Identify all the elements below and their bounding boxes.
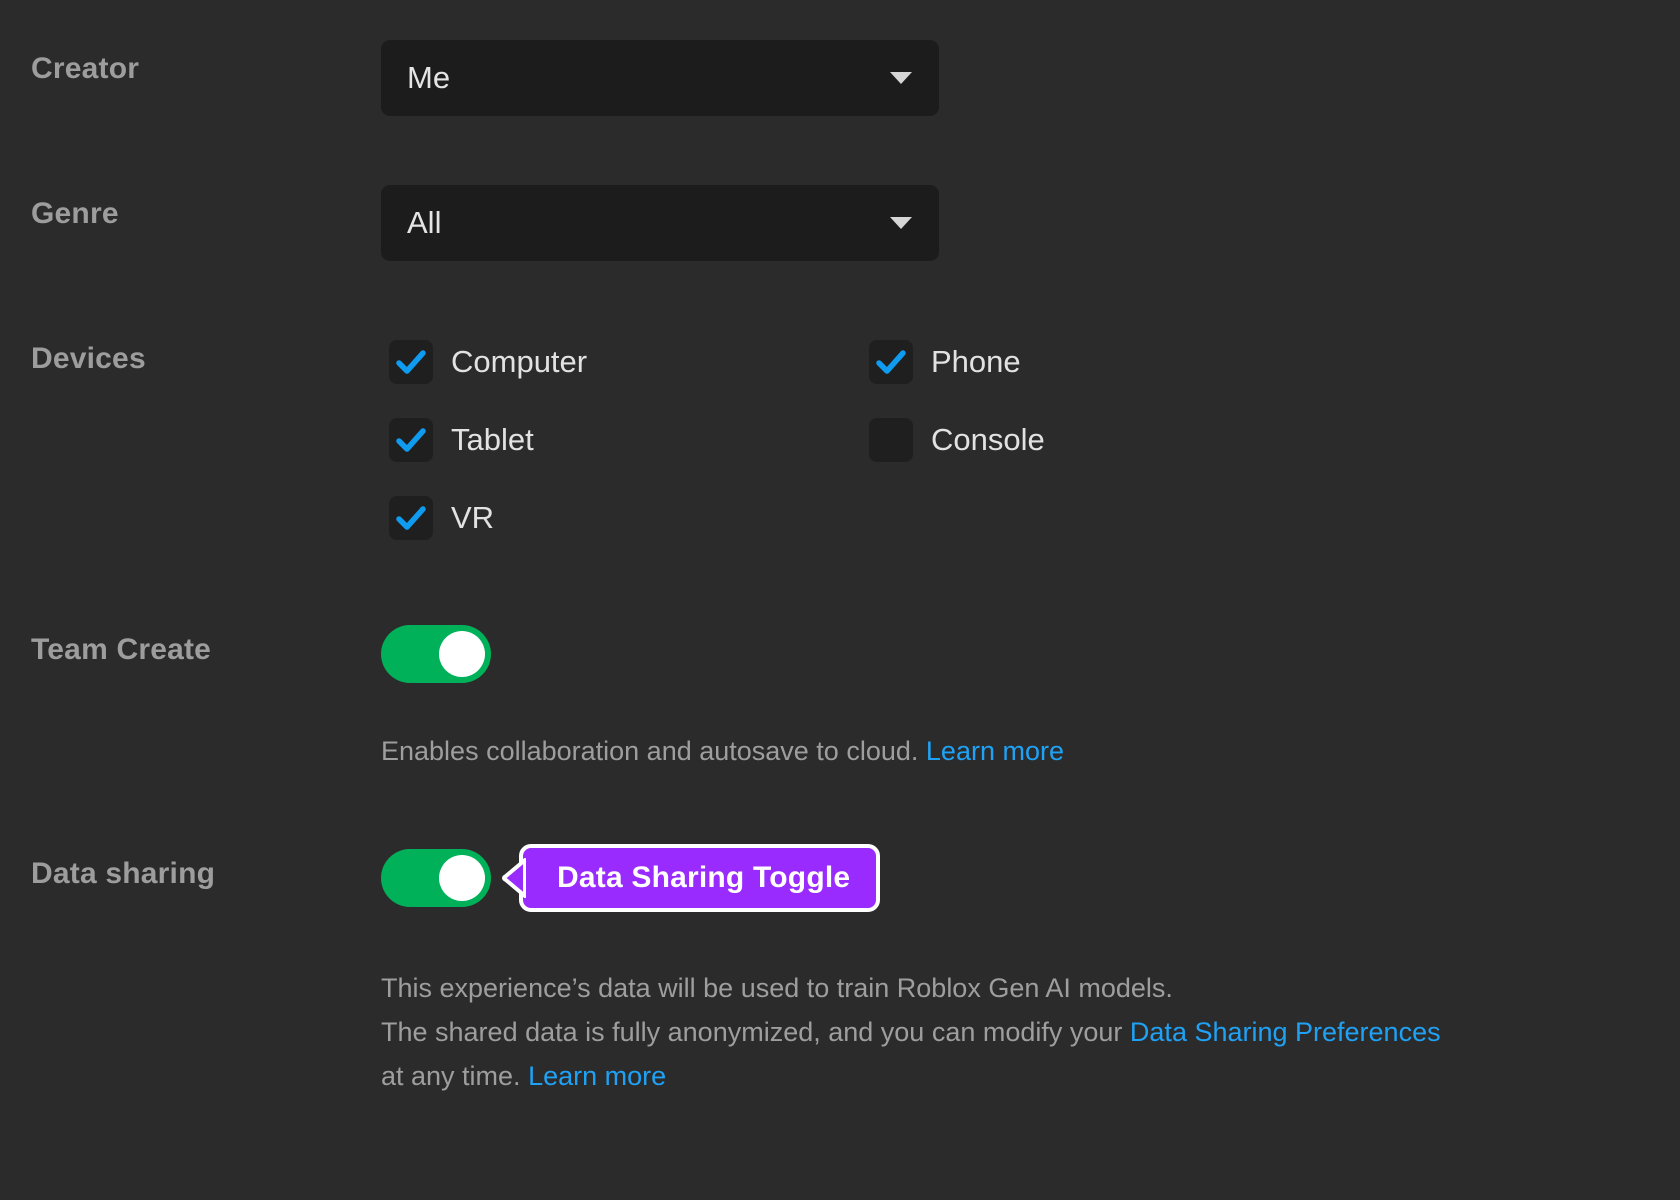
checkbox-box[interactable] — [389, 340, 433, 384]
callout-label: Data Sharing Toggle — [557, 861, 850, 895]
genre-select[interactable]: All — [381, 185, 939, 261]
data-sharing-description-text: at any time. — [381, 1061, 528, 1091]
check-icon — [389, 418, 433, 462]
form-row-creator: Creator Me — [0, 40, 1680, 116]
form-row-genre: Genre All — [0, 185, 1680, 261]
team-create-learn-more-link[interactable]: Learn more — [926, 736, 1064, 766]
check-icon — [869, 340, 913, 384]
devices-label: Devices — [31, 342, 146, 376]
data-sharing-description-line-3: at any time. Learn more — [381, 1054, 666, 1098]
data-sharing-description-line-1: This experience’s data will be used to t… — [381, 966, 1173, 1010]
creator-select[interactable]: Me — [381, 40, 939, 116]
checkbox-vr[interactable]: VR — [389, 496, 494, 540]
check-icon — [389, 340, 433, 384]
toggle-knob — [439, 631, 485, 677]
chevron-down-icon — [890, 217, 912, 229]
checkbox-label: VR — [451, 500, 494, 536]
genre-select-value: All — [407, 205, 441, 241]
checkbox-label: Computer — [451, 344, 587, 380]
data-sharing-preferences-link[interactable]: Data Sharing Preferences — [1130, 1017, 1441, 1047]
checkbox-console[interactable]: Console — [869, 418, 1045, 462]
team-create-description-text: Enables collaboration and autosave to cl… — [381, 736, 918, 766]
form-row-team-create: Team Create Enables collaboration and au… — [0, 625, 1680, 825]
data-sharing-label: Data sharing — [31, 857, 215, 891]
creator-label: Creator — [31, 52, 139, 86]
chevron-down-icon — [890, 72, 912, 84]
team-create-toggle[interactable] — [381, 625, 491, 683]
data-sharing-toggle-callout: Data Sharing Toggle — [519, 844, 880, 912]
checkbox-label: Tablet — [451, 422, 534, 458]
settings-panel: Creator Me Genre All Devices Computer — [0, 0, 1680, 1200]
checkbox-phone[interactable]: Phone — [869, 340, 1021, 384]
callout-pointer-icon — [502, 858, 526, 898]
creator-select-value: Me — [407, 60, 450, 96]
checkbox-box[interactable] — [389, 418, 433, 462]
genre-label: Genre — [31, 197, 119, 231]
team-create-description: Enables collaboration and autosave to cl… — [381, 729, 1064, 773]
data-sharing-toggle[interactable] — [381, 849, 491, 907]
toggle-knob — [439, 855, 485, 901]
data-sharing-description-line-2: The shared data is fully anonymized, and… — [381, 1010, 1441, 1054]
checkbox-computer[interactable]: Computer — [389, 340, 587, 384]
data-sharing-description-text: This experience’s data will be used to t… — [381, 973, 1173, 1003]
checkbox-box[interactable] — [869, 418, 913, 462]
form-row-devices: Devices Computer Phone — [0, 340, 1680, 570]
check-icon — [389, 496, 433, 540]
data-sharing-description-text: The shared data is fully anonymized, and… — [381, 1017, 1130, 1047]
data-sharing-learn-more-link[interactable]: Learn more — [528, 1061, 666, 1091]
form-row-data-sharing: Data sharing Data Sharing Toggle This ex… — [0, 849, 1680, 1109]
checkbox-label: Phone — [931, 344, 1021, 380]
checkbox-box[interactable] — [869, 340, 913, 384]
checkbox-tablet[interactable]: Tablet — [389, 418, 534, 462]
checkbox-box[interactable] — [389, 496, 433, 540]
team-create-label: Team Create — [31, 633, 211, 667]
checkbox-label: Console — [931, 422, 1045, 458]
